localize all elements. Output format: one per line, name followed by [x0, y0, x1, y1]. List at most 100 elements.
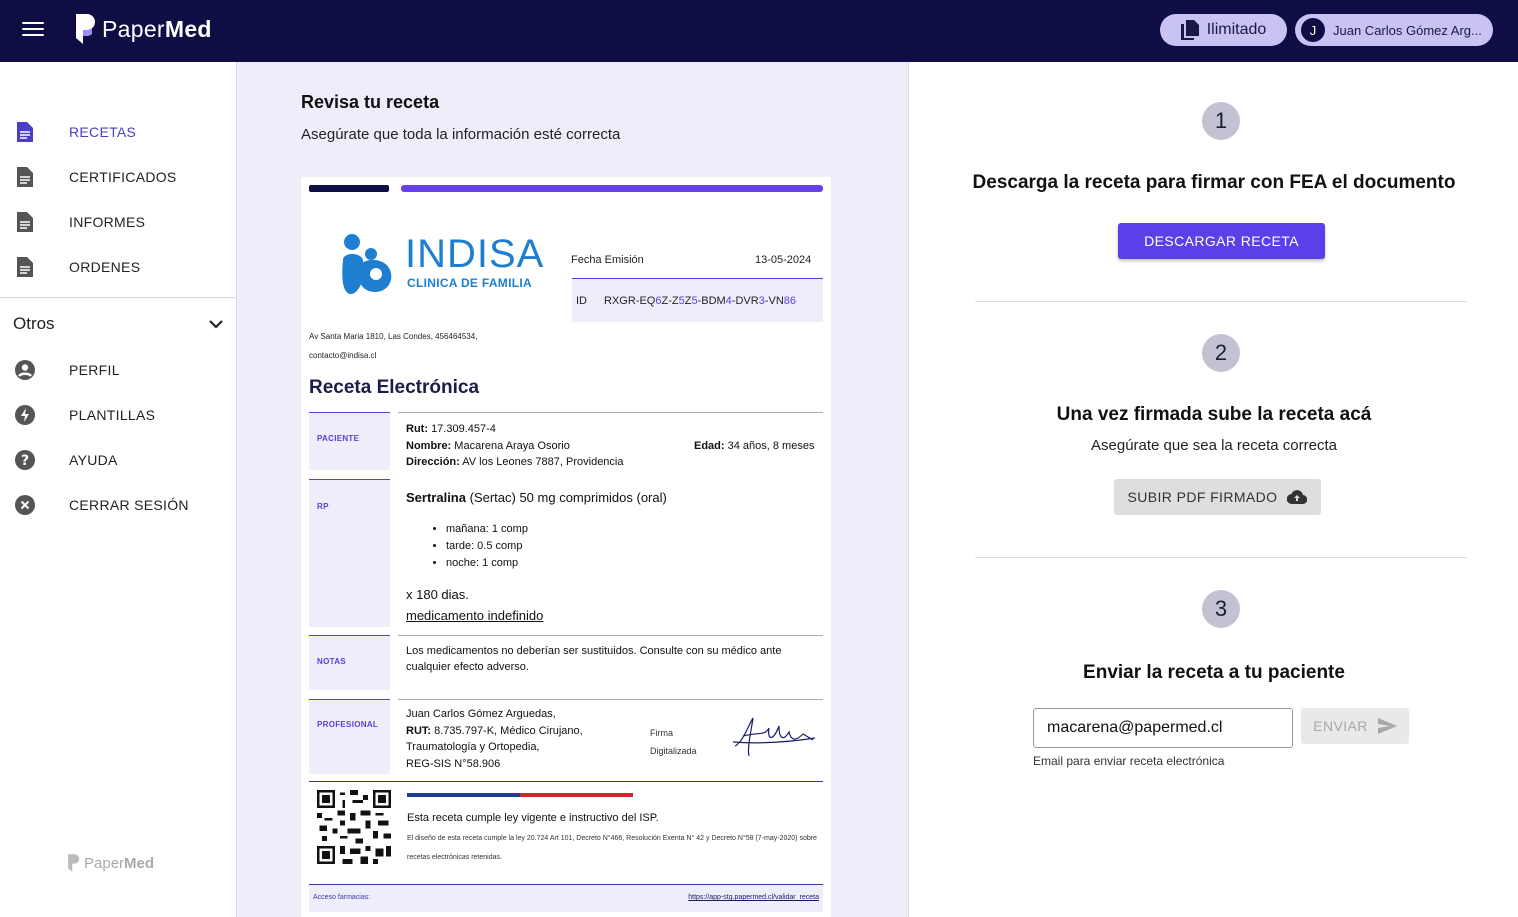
patient-rut: Rut: 17.309.457-4 [406, 423, 496, 435]
step-3-title: Enviar la receta a tu paciente [1083, 662, 1345, 683]
id-label: ID [576, 294, 587, 307]
section-label-paciente: PACIENTE [309, 412, 390, 470]
plan-label: Ilimitado [1206, 21, 1267, 38]
upload-button-label: SUBIR PDF FIRMADO [1127, 489, 1278, 505]
id-segment: -BDM [697, 294, 726, 307]
papermed-logo-mark [76, 14, 95, 44]
cancel-icon [15, 495, 35, 515]
professional-name: Juan Carlos Gómez Arguedas, [406, 708, 556, 720]
id-segment: Z-Z [661, 294, 679, 307]
user-name: Juan Carlos Gómez Arg... [1333, 22, 1482, 38]
papermed-logo[interactable]: PaperMed [74, 12, 212, 46]
patient-address: Dirección: AV los Leones 7887, Providenc… [406, 456, 624, 468]
account-icon [15, 360, 35, 380]
qr-code [317, 790, 391, 864]
chile-flag-stripe [407, 793, 633, 797]
sidebar-item-perfil[interactable]: PERFIL [0, 350, 236, 390]
dose-list: mañana: 1 comp tarde: 0.5 comp noche: 1 … [446, 521, 528, 572]
help-icon: ? [15, 450, 35, 470]
id-box: ID RXGR-EQ6Z-Z5Z5-BDM4-DVR3-VN86 [572, 278, 823, 322]
send-icon [1377, 718, 1397, 734]
prescription-preview: INDISA CLINICA DE FAMILIA Av Santa Maria… [301, 177, 831, 917]
professional-specialty: Traumatología y Ortopedia, [406, 741, 540, 753]
indefinite-link: medicamento indefinido [406, 608, 544, 623]
document-icon [15, 257, 35, 277]
actions-panel: 1 Descarga la receta para firmar con FEA… [908, 62, 1518, 917]
sidebar-item-plantillas[interactable]: PLANTILLAS [0, 395, 236, 435]
sidebar-item-certificados[interactable]: CERTIFICADOS [0, 157, 236, 197]
sidebar-item-recetas[interactable]: RECETAS [0, 112, 236, 152]
professional-reg: REG-SIS N°58.906 [406, 758, 501, 770]
sidebar-item-ordenes[interactable]: ORDENES [0, 247, 236, 287]
sidebar-item-ayuda[interactable]: ? AYUDA [0, 440, 236, 480]
dose-item: noche: 1 comp [446, 555, 528, 572]
avatar: J [1301, 18, 1325, 42]
step-divider [975, 301, 1467, 302]
send-button[interactable]: ENVIAR [1301, 708, 1409, 744]
papermed-logo-mark [68, 854, 80, 872]
pharmacy-label: Acceso farmacias: [313, 894, 371, 901]
pharmacy-bar: Acceso farmacias: https://app-stg.paperm… [309, 884, 823, 912]
patient-age: Edad: 34 años, 8 meses [694, 440, 815, 452]
step-2-subtitle: Asegúrate que sea la receta correcta [1091, 437, 1337, 454]
law-detail: El diseño de esta receta cumple la ley 2… [407, 835, 817, 861]
section-label-notas: NOTAS [309, 635, 390, 690]
duration: x 180 dias. [406, 587, 469, 602]
step-1-badge: 1 [1202, 102, 1240, 140]
clinic-logo: INDISA CLINICA DE FAMILIA [339, 232, 543, 297]
email-helper-text: Email para enviar receta electrónica [1033, 754, 1225, 768]
id-segment: RXGR-EQ [604, 294, 656, 307]
papermed-logo-text: PaperMed [102, 15, 212, 42]
chevron-down-icon [209, 320, 223, 329]
patient-email-input[interactable]: macarena@papermed.cl [1033, 708, 1293, 748]
patient-name: Nombre: Macarena Araya Osorio [406, 440, 570, 452]
menu-icon[interactable] [22, 22, 44, 40]
sidebar-divider [0, 297, 236, 298]
digital-signature [732, 717, 816, 757]
clinic-email: contacto@indisa.cl [309, 351, 377, 360]
step-3-badge: 3 [1202, 590, 1240, 628]
upload-signed-pdf-button[interactable]: SUBIR PDF FIRMADO [1114, 479, 1321, 515]
plan-button[interactable]: Ilimitado [1160, 14, 1287, 46]
drug-line: Sertralina (Sertac) 50 mg comprimidos (o… [406, 490, 667, 505]
footer-divider [309, 781, 823, 782]
dose-item: mañana: 1 comp [446, 521, 528, 538]
section-divider [398, 699, 823, 700]
section-divider [398, 635, 823, 636]
fecha-value: 13-05-2024 [755, 254, 812, 266]
section-label-rp: RP [309, 479, 390, 627]
notes-text: Los medicamentos no deberían ser sustitu… [406, 645, 782, 673]
sidebar-item-informes[interactable]: INFORMES [0, 202, 236, 242]
section-label-profesional: PROFESIONAL [309, 699, 390, 774]
document-icon [15, 167, 35, 187]
svg-text:?: ? [21, 453, 29, 469]
dose-item: tarde: 0.5 comp [446, 538, 528, 555]
user-menu-button[interactable]: J Juan Carlos Gómez Arg... [1295, 14, 1493, 46]
fecha-label: Fecha Emisión [571, 254, 644, 266]
clinic-family-icon [342, 234, 392, 294]
review-title: Revisa tu receta [301, 92, 440, 112]
documents-icon [1180, 20, 1199, 40]
law-title: Esta receta cumple ley vigente e instruc… [407, 812, 659, 824]
clinic-address: Av Santa Maria 1810, Las Condes, 4564645… [309, 332, 478, 341]
otros-group-toggle[interactable]: Otros [13, 312, 223, 336]
id-digit: 86 [783, 294, 797, 307]
id-segment: -VN [764, 294, 784, 307]
step-2-badge: 2 [1202, 334, 1240, 372]
id-segment: -DVR [731, 294, 759, 307]
review-subtitle: Asegúrate que toda la información esté c… [301, 126, 621, 143]
firma-label: Firma Digitalizada [650, 728, 697, 756]
step-divider [975, 557, 1467, 558]
bolt-icon [15, 405, 35, 425]
download-prescription-button[interactable]: DESCARGAR RECETA [1118, 223, 1325, 259]
review-panel: Revisa tu receta Asegúrate que toda la i… [237, 62, 908, 917]
prescription-title: Receta Electrónica [309, 377, 480, 398]
sidebar-footer-logo: PaperMed [67, 852, 154, 874]
sidebar-item-cerrar-sesion[interactable]: CERRAR SESIÓN [0, 485, 236, 525]
professional-rut: RUT: 8.735.797-K, Médico Cirujano, [406, 725, 583, 737]
clinic-tagline: CLINICA DE FAMILIA [407, 276, 532, 290]
pharmacy-link[interactable]: https://app-stg.papermed.cl/validar_rece… [688, 894, 819, 901]
step-1-title: Descarga la receta para firmar con FEA e… [972, 172, 1456, 193]
send-button-label: ENVIAR [1313, 718, 1368, 734]
header-bar-accent [401, 185, 823, 192]
